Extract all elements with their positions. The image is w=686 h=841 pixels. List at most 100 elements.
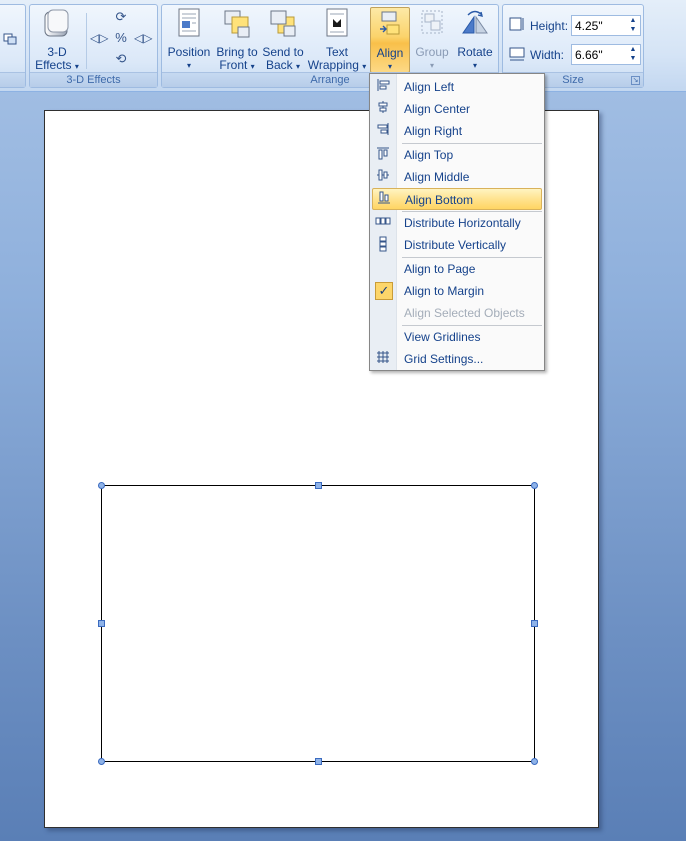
- 3d-toggle-icon[interactable]: %: [112, 30, 130, 46]
- width-icon: [509, 47, 525, 61]
- chevron-down-icon: ▾: [186, 61, 191, 70]
- align-button[interactable]: Align ▾: [370, 7, 410, 73]
- menu-item-align-top[interactable]: Align Top: [372, 144, 542, 166]
- menu-item-align-center[interactable]: Align Center: [372, 98, 542, 120]
- align-right-icon: [374, 122, 392, 140]
- height-spinner[interactable]: ▲ ▼: [626, 16, 640, 35]
- spin-up-icon[interactable]: ▲: [630, 46, 637, 53]
- height-label: Height:: [530, 19, 569, 33]
- text-wrapping-icon: [306, 7, 368, 42]
- ribbon-group-partial: [0, 4, 26, 88]
- selected-shape[interactable]: [101, 485, 535, 762]
- distribute-horizontally-icon: [374, 214, 392, 232]
- 3d-effects-label-2: Effects: [35, 58, 72, 72]
- menu-item-align-left[interactable]: Align Left: [372, 76, 542, 98]
- menu-item-align-right[interactable]: Align Right: [372, 120, 542, 142]
- rotate-icon: [454, 7, 496, 42]
- align-bottom-icon: [375, 191, 393, 209]
- chevron-down-icon: ▾: [74, 62, 79, 71]
- text-wrapping-label-2: Wrapping: [307, 58, 359, 72]
- resize-handle-bottom-left[interactable]: [98, 758, 105, 765]
- resize-handle-right[interactable]: [531, 620, 538, 627]
- tilt-up-icon[interactable]: ⟳: [113, 9, 129, 25]
- position-icon: [166, 7, 212, 42]
- chevron-down-icon: ▾: [429, 61, 434, 70]
- menu-item-label: Align Left: [404, 80, 455, 94]
- menu-item-label: Align to Margin: [404, 284, 485, 298]
- spin-down-icon[interactable]: ▼: [630, 26, 637, 33]
- ribbon: 3-D Effects ▾ ⟳ ◁▷ % ◁▷ ⟲ 3-D Effects Po…: [0, 0, 686, 92]
- menu-item-label: Align Right: [404, 124, 463, 138]
- menu-item-align-selected-objects: Align Selected Objects: [372, 302, 542, 324]
- menu-item-distribute-vertically[interactable]: Distribute Vertically: [372, 234, 542, 256]
- menu-item-label: Align Selected Objects: [404, 306, 525, 320]
- resize-handle-left[interactable]: [98, 620, 105, 627]
- menu-item-label: Distribute Vertically: [404, 238, 507, 252]
- align-top-icon: [374, 146, 392, 164]
- height-icon: [509, 17, 525, 31]
- spin-up-icon[interactable]: ▲: [630, 17, 637, 24]
- chevron-down-icon: ▾: [472, 61, 477, 70]
- 3d-effects-button[interactable]: 3-D Effects ▾: [34, 7, 80, 73]
- resize-handle-bottom-right[interactable]: [531, 758, 538, 765]
- chevron-down-icon: ▾: [362, 62, 367, 71]
- send-to-back-label-2: Back: [265, 58, 293, 72]
- menu-item-label: View Gridlines: [404, 330, 481, 344]
- text-wrapping-button[interactable]: Text Wrapping ▾: [306, 7, 368, 73]
- dialog-launcher-icon[interactable]: ↘: [631, 76, 640, 85]
- width-spinner[interactable]: ▲ ▼: [626, 45, 640, 64]
- spin-down-icon[interactable]: ▼: [630, 55, 637, 62]
- grid-settings-icon: [374, 350, 392, 368]
- resize-handle-top-left[interactable]: [98, 482, 105, 489]
- menu-item-label: Align Center: [404, 102, 471, 116]
- checkmark-icon: ✓: [375, 282, 393, 300]
- menu-item-distribute-horizontally[interactable]: Distribute Horizontally: [372, 212, 542, 234]
- send-to-back-button[interactable]: Send to Back ▾: [260, 7, 306, 73]
- width-label: Width:: [530, 48, 565, 62]
- group-icon: [412, 7, 452, 42]
- tilt-down-icon[interactable]: ⟲: [113, 51, 129, 67]
- tilt-left-icon[interactable]: ◁▷: [90, 31, 108, 47]
- align-center-icon: [374, 100, 392, 118]
- arrange-shapes-icon[interactable]: [3, 33, 17, 45]
- menu-item-align-bottom[interactable]: Align Bottom: [372, 188, 542, 210]
- position-button[interactable]: Position ▾: [166, 7, 212, 72]
- resize-handle-bottom[interactable]: [315, 758, 322, 765]
- menu-item-align-middle[interactable]: Align Middle: [372, 166, 542, 188]
- chevron-down-icon: ▾: [250, 62, 255, 71]
- width-value: 6.66": [575, 48, 603, 62]
- group-divider: [86, 13, 87, 69]
- menu-item-view-gridlines[interactable]: View Gridlines: [372, 326, 542, 348]
- height-field[interactable]: 4.25" ▲ ▼: [571, 15, 641, 36]
- tilt-right-icon[interactable]: ◁▷: [134, 31, 152, 47]
- send-to-back-icon: [260, 7, 306, 42]
- menu-item-label: Align Middle: [404, 170, 470, 184]
- menu-item-align-to-page[interactable]: Align to Page: [372, 258, 542, 280]
- group-label-partial: [0, 72, 25, 87]
- align-middle-icon: [374, 168, 392, 186]
- position-label: Position: [167, 45, 211, 59]
- resize-handle-top[interactable]: [315, 482, 322, 489]
- group-label-3d-effects: 3-D Effects: [30, 72, 157, 87]
- group-button[interactable]: Group ▾: [412, 7, 452, 72]
- bring-to-front-label-2: Front: [219, 58, 248, 72]
- rotate-button[interactable]: Rotate ▾: [454, 7, 496, 72]
- menu-item-label: Align Top: [404, 148, 454, 162]
- width-field[interactable]: 6.66" ▲ ▼: [571, 44, 641, 65]
- menu-item-label: Grid Settings...: [404, 352, 484, 366]
- align-menu: Align Left Align Center Align Right Alig…: [369, 73, 545, 371]
- distribute-vertically-icon: [374, 236, 392, 254]
- ribbon-group-3d-effects: 3-D Effects ▾ ⟳ ◁▷ % ◁▷ ⟲ 3-D Effects: [29, 4, 158, 88]
- rotate-label: Rotate: [457, 45, 493, 59]
- resize-handle-top-right[interactable]: [531, 482, 538, 489]
- bring-to-front-button[interactable]: Bring to Front ▾: [214, 7, 260, 73]
- menu-item-label: Distribute Horizontally: [404, 216, 521, 230]
- menu-item-grid-settings[interactable]: Grid Settings...: [372, 348, 542, 370]
- align-left-icon: [374, 78, 392, 96]
- menu-item-align-to-margin[interactable]: ✓ Align to Margin: [372, 280, 542, 302]
- group-label: Group: [415, 45, 449, 59]
- align-icon: [371, 8, 409, 43]
- chevron-down-icon: ▾: [296, 62, 301, 71]
- height-value: 4.25": [575, 19, 603, 33]
- bring-to-front-icon: [214, 7, 260, 42]
